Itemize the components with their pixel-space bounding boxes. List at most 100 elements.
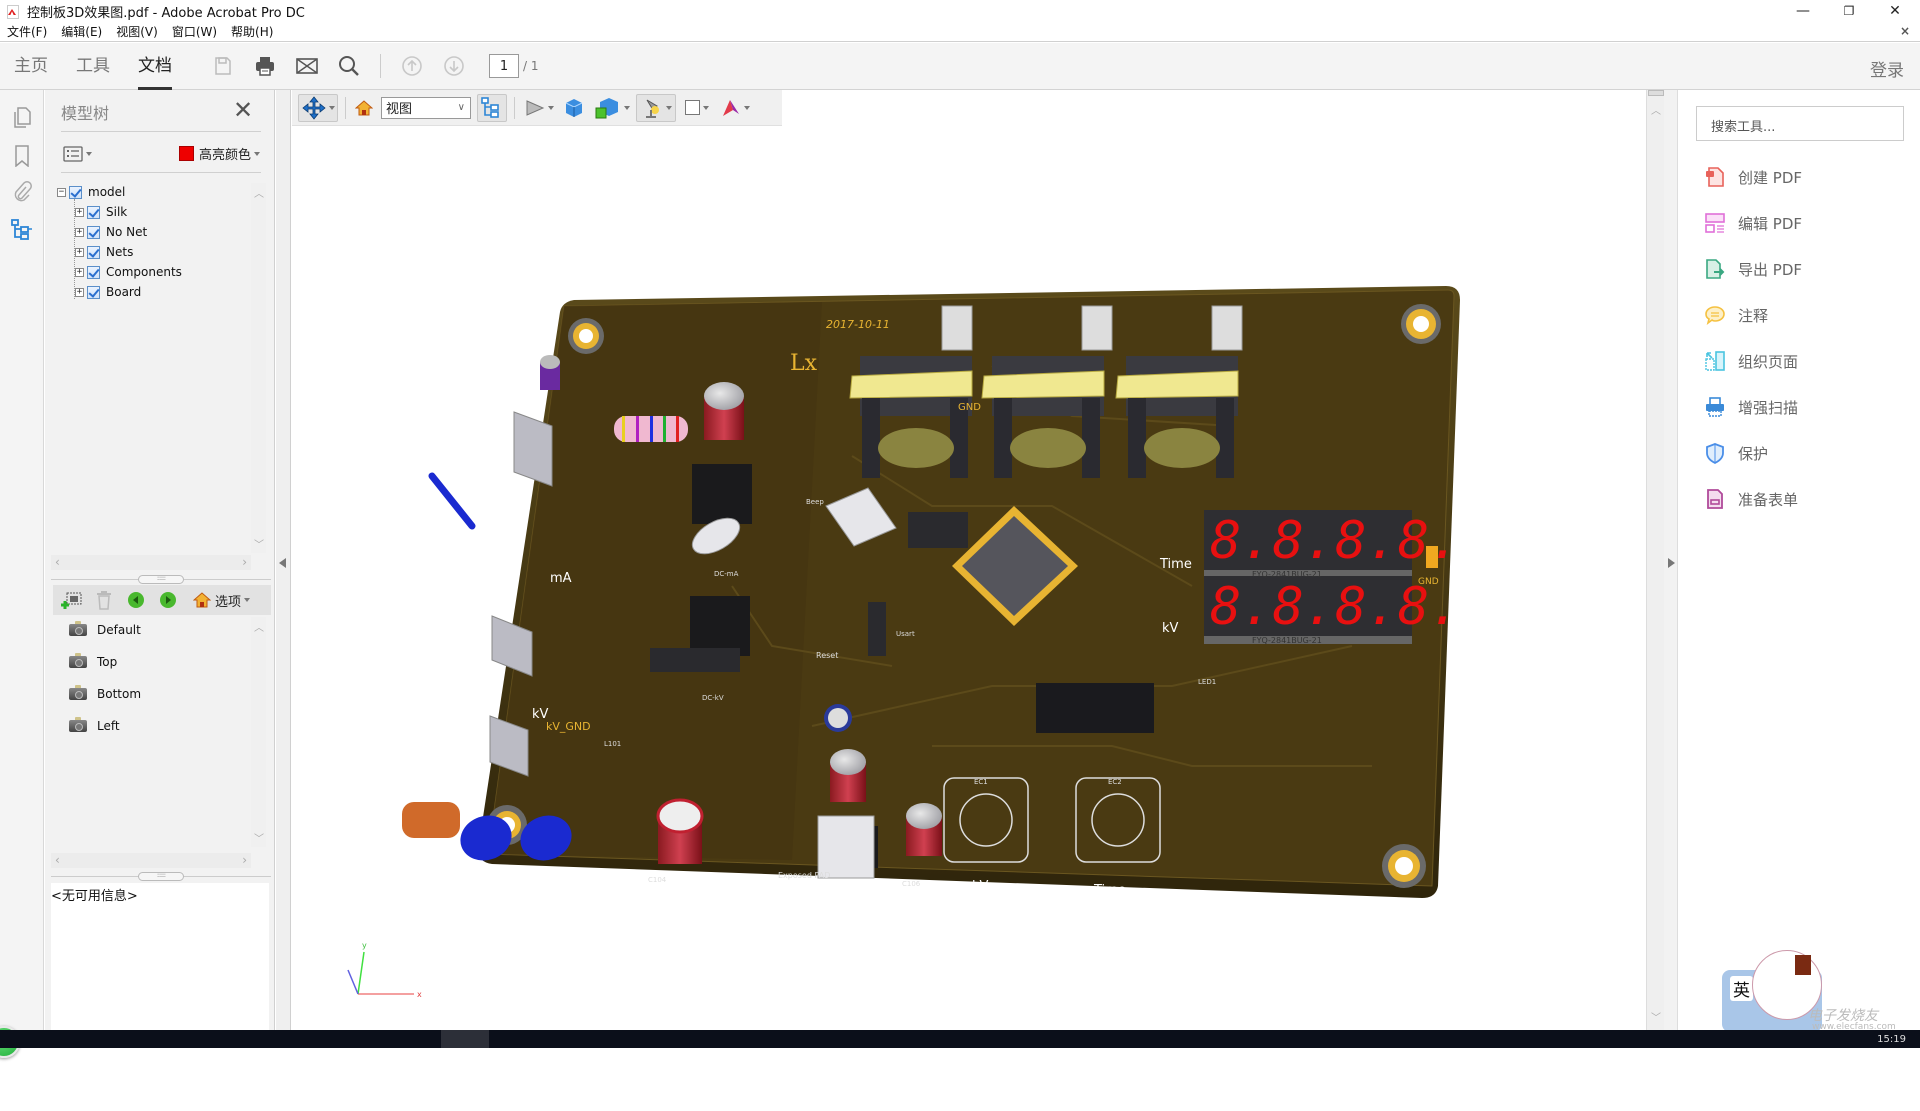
- visibility-checkbox[interactable]: [69, 185, 82, 199]
- rotate-tool-icon[interactable]: [298, 93, 338, 122]
- view-label: Left: [97, 719, 120, 733]
- views-vertical-scrollbar[interactable]: ︿ ﹀: [251, 617, 266, 847]
- tree-node-label: Nets: [106, 245, 134, 259]
- collapse-left-icon[interactable]: [279, 558, 286, 568]
- tree-node-nets[interactable]: + Nets: [75, 243, 133, 261]
- tab-tools[interactable]: 工具: [76, 43, 110, 90]
- expand-icon[interactable]: +: [75, 207, 84, 217]
- views-options-menu[interactable]: 选项: [193, 591, 251, 610]
- taskbar-active-app[interactable]: [441, 1030, 489, 1048]
- print-icon[interactable]: [248, 49, 282, 83]
- pane-splitter[interactable]: ::::::::: [51, 872, 271, 881]
- views-horizontal-scrollbar[interactable]: ‹ ›: [51, 853, 251, 868]
- tool-create-pdf[interactable]: 创建 PDF: [1704, 164, 1802, 190]
- menu-help[interactable]: 帮助(H): [224, 23, 280, 40]
- view-default[interactable]: Default: [69, 620, 141, 640]
- signin-button[interactable]: 登录: [1870, 56, 1904, 81]
- expand-icon[interactable]: +: [75, 227, 84, 237]
- view-left[interactable]: Left: [69, 716, 120, 736]
- tool-export-pdf[interactable]: 导出 PDF: [1704, 256, 1802, 282]
- attachment-icon[interactable]: [10, 180, 34, 204]
- close-window-button[interactable]: ✕: [1872, 0, 1918, 22]
- tree-vertical-scrollbar[interactable]: ︿ ﹀: [251, 183, 266, 553]
- highlight-color-picker[interactable]: 高亮颜色: [179, 144, 261, 163]
- close-document-button[interactable]: ×: [1900, 24, 1910, 38]
- menu-window[interactable]: 窗口(W): [165, 23, 224, 40]
- tool-organize-pages[interactable]: 组织页面: [1704, 348, 1798, 374]
- collapse-right-icon[interactable]: [1668, 558, 1675, 568]
- menu-edit[interactable]: 编辑(E): [54, 23, 109, 40]
- bookmark-icon[interactable]: [10, 144, 34, 168]
- save-icon[interactable]: [206, 49, 240, 83]
- projection-icon[interactable]: [560, 94, 588, 122]
- page-up-icon[interactable]: [395, 49, 429, 83]
- tree-node-model[interactable]: − model: [57, 183, 125, 201]
- menu-file[interactable]: 文件(F): [0, 23, 54, 40]
- background-color-icon[interactable]: [680, 94, 714, 122]
- delete-view-icon[interactable]: [91, 589, 117, 611]
- tool-prepare-form[interactable]: 准备表单: [1704, 486, 1798, 512]
- 3d-model-viewport[interactable]: 8.8.8.8. 8.8.8.8. FYQ-2841BUG-21 FYQ-284…: [292, 126, 1646, 1030]
- view-top[interactable]: Top: [69, 652, 117, 672]
- scroll-right-icon[interactable]: ›: [242, 555, 247, 569]
- visibility-checkbox[interactable]: [87, 205, 100, 219]
- search-icon[interactable]: [332, 49, 366, 83]
- tree-node-components[interactable]: + Components: [75, 263, 182, 281]
- tool-edit-pdf[interactable]: 编辑 PDF: [1704, 210, 1802, 236]
- maximize-button[interactable]: ❐: [1826, 0, 1872, 22]
- visibility-checkbox[interactable]: [87, 265, 100, 279]
- previous-view-icon[interactable]: [123, 589, 149, 611]
- view-select-dropdown[interactable]: 视图 ∨: [381, 96, 471, 119]
- scroll-up-icon[interactable]: ︿: [1651, 102, 1661, 117]
- scroll-down-icon[interactable]: ﹀: [1651, 1009, 1661, 1024]
- tree-horizontal-scrollbar[interactable]: ‹ ›: [51, 555, 251, 570]
- right-panel-collapse-strip[interactable]: [1664, 90, 1678, 1030]
- tree-options-button[interactable]: [63, 144, 93, 164]
- tab-document[interactable]: 文档: [138, 43, 172, 90]
- render-mode-icon[interactable]: [592, 94, 632, 122]
- pane-splitter[interactable]: ::::::::: [51, 575, 271, 584]
- tree-node-board[interactable]: + Board: [75, 283, 141, 301]
- add-view-icon[interactable]: [59, 589, 85, 611]
- tool-search-input[interactable]: 搜索工具...: [1696, 106, 1904, 141]
- close-panel-button[interactable]: ✕: [233, 96, 253, 124]
- ime-language-indicator[interactable]: 英: [1730, 976, 1753, 1001]
- scroll-thumb[interactable]: [1648, 90, 1664, 96]
- next-view-icon[interactable]: [155, 589, 181, 611]
- scroll-left-icon[interactable]: ‹: [55, 853, 60, 867]
- play-animation-icon[interactable]: [522, 94, 556, 122]
- model-tree-icon[interactable]: [10, 218, 34, 242]
- tree-node-silk[interactable]: + Silk: [75, 203, 127, 221]
- visibility-checkbox[interactable]: [87, 285, 100, 299]
- left-panel-collapse-strip[interactable]: [276, 90, 291, 1030]
- expand-icon[interactable]: +: [75, 287, 84, 297]
- tab-home[interactable]: 主页: [14, 43, 48, 90]
- expand-icon[interactable]: +: [75, 247, 84, 257]
- email-icon[interactable]: [290, 49, 324, 83]
- home-view-icon[interactable]: [353, 94, 375, 122]
- minimize-button[interactable]: —: [1780, 0, 1826, 22]
- scroll-down-icon[interactable]: ﹀: [254, 830, 264, 845]
- expand-icon[interactable]: +: [75, 267, 84, 277]
- visibility-checkbox[interactable]: [87, 245, 100, 259]
- model-tree-toggle-icon[interactable]: [477, 93, 507, 122]
- scroll-right-icon[interactable]: ›: [242, 853, 247, 867]
- scroll-down-icon[interactable]: ﹀: [254, 536, 264, 551]
- pages-icon[interactable]: [10, 106, 34, 130]
- tool-comment[interactable]: 注释: [1704, 302, 1768, 328]
- document-vertical-scrollbar[interactable]: ︿ ﹀: [1646, 90, 1664, 1030]
- tool-enhance-scan[interactable]: 增强扫描: [1704, 394, 1798, 420]
- view-bottom[interactable]: Bottom: [69, 684, 141, 704]
- menu-view[interactable]: 视图(V): [109, 23, 165, 40]
- page-down-icon[interactable]: [437, 49, 471, 83]
- scroll-up-icon[interactable]: ︿: [254, 619, 264, 634]
- tree-node-no-net[interactable]: + No Net: [75, 223, 147, 241]
- scroll-up-icon[interactable]: ︿: [254, 185, 264, 200]
- lighting-icon[interactable]: [636, 93, 676, 122]
- scroll-left-icon[interactable]: ‹: [55, 555, 60, 569]
- visibility-checkbox[interactable]: [87, 225, 100, 239]
- page-number-input[interactable]: 1: [489, 54, 519, 78]
- cross-section-icon[interactable]: [718, 94, 752, 122]
- tool-protect[interactable]: 保护: [1704, 440, 1768, 466]
- collapse-icon[interactable]: −: [57, 187, 66, 197]
